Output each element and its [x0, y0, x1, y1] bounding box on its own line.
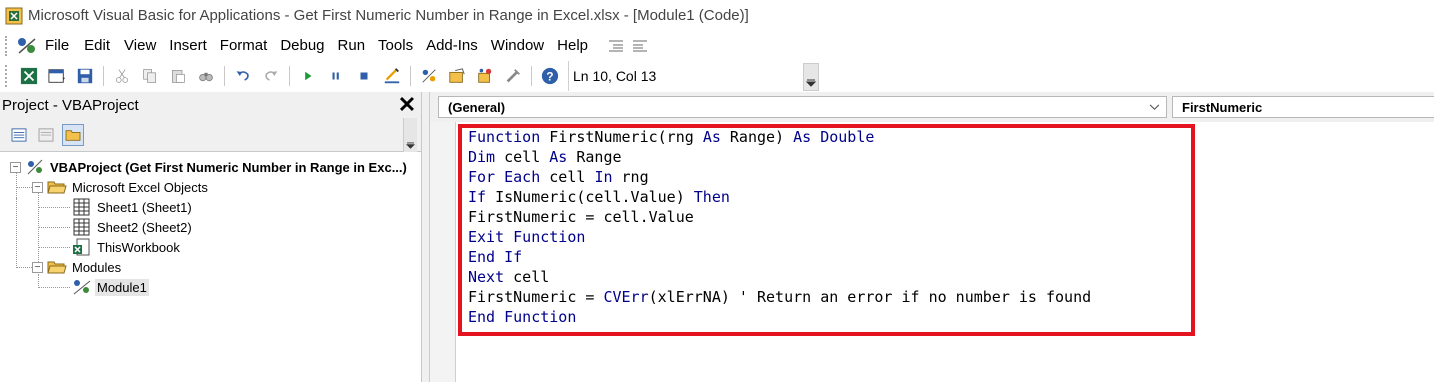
tree-item-module1[interactable]: Module1 — [72, 277, 149, 297]
procedure-combo-value: FirstNumeric — [1182, 99, 1263, 115]
menu-format[interactable]: Format — [220, 37, 275, 54]
tree-item-vbaproject[interactable]: − VBAProject (Get First Numeric Number i… — [10, 157, 409, 177]
chevron-down-icon — [406, 142, 415, 149]
chevron-down-icon — [1146, 99, 1162, 115]
title-bar: Microsoft Visual Basic for Applications … — [0, 0, 1434, 31]
save-icon[interactable] — [75, 66, 95, 86]
insert-userform-icon[interactable] — [47, 66, 67, 86]
tree-item-modules[interactable]: − Modules — [32, 257, 123, 277]
menu-file[interactable]: File — [45, 37, 76, 54]
cursor-position: Ln 10, Col 13 — [568, 61, 808, 91]
menu-edit[interactable]: Edit — [84, 37, 117, 54]
pane-splitter[interactable] — [422, 92, 430, 382]
undo-icon[interactable] — [233, 66, 253, 86]
view-object-icon[interactable] — [35, 124, 57, 146]
copy-icon[interactable] — [140, 66, 160, 86]
close-icon[interactable]: ✕ — [395, 92, 419, 117]
menu-tools[interactable]: Tools — [378, 37, 420, 54]
window-title: Microsoft Visual Basic for Applications … — [28, 7, 749, 24]
object-browser-icon[interactable] — [475, 66, 495, 86]
tree-connector — [16, 198, 17, 268]
paste-icon[interactable] — [168, 66, 188, 86]
tree-item-sheet2[interactable]: Sheet2 (Sheet2) — [72, 217, 194, 237]
tree-label: Modules — [72, 259, 122, 275]
toolbar-separator — [531, 66, 532, 86]
toolbar-separator — [410, 66, 411, 86]
code-margin-bar[interactable] — [430, 122, 456, 382]
vba-app-icon — [5, 7, 23, 24]
menu-add-ins[interactable]: Add-Ins — [426, 37, 485, 54]
code-combo-row: (General) FirstNumeric — [430, 92, 1434, 122]
tree-item-excel-objects[interactable]: − Microsoft Excel Objects — [32, 177, 210, 197]
indent-icon[interactable] — [607, 38, 625, 54]
collapse-toggle[interactable]: − — [10, 161, 21, 173]
tree-connector — [38, 227, 70, 228]
view-excel-icon[interactable] — [19, 66, 39, 86]
collapse-toggle[interactable]: − — [32, 181, 43, 193]
chevron-down-icon — [806, 79, 816, 87]
toolbar-grip[interactable] — [5, 65, 10, 87]
worksheet-icon — [73, 198, 90, 216]
toolbar-options-button[interactable] — [803, 63, 819, 91]
project-explorer-panel: Project - VBAProject ✕ − VBAProject (Get — [0, 92, 422, 382]
collapse-toggle[interactable]: − — [32, 261, 43, 273]
menu-window[interactable]: Window — [491, 37, 551, 54]
menu-run[interactable]: Run — [338, 37, 373, 54]
folder-open-icon — [47, 261, 67, 274]
tree-connector — [38, 188, 39, 268]
run-icon[interactable] — [298, 66, 318, 86]
break-icon[interactable] — [326, 66, 346, 86]
find-icon[interactable] — [196, 66, 216, 86]
panel-toolbar-options-button[interactable] — [403, 118, 417, 152]
help-icon[interactable]: ? — [540, 66, 560, 86]
tree-item-sheet1[interactable]: Sheet1 (Sheet1) — [72, 197, 194, 217]
tree-connector — [38, 247, 70, 248]
tree-label: ThisWorkbook — [97, 239, 180, 255]
toolbar-separator — [289, 66, 290, 86]
tree-connector — [38, 207, 70, 208]
properties-icon[interactable] — [447, 66, 467, 86]
tree-item-thisworkbook[interactable]: ThisWorkbook — [72, 237, 182, 257]
menu-insert[interactable]: Insert — [169, 37, 214, 54]
menu-debug[interactable]: Debug — [280, 37, 331, 54]
project-panel-toolbar — [0, 118, 421, 152]
cut-icon[interactable] — [112, 66, 132, 86]
tree-label: Microsoft Excel Objects — [72, 179, 208, 195]
project-explorer-icon[interactable] — [419, 66, 439, 86]
procedure-combo[interactable]: FirstNumeric — [1172, 96, 1434, 118]
folder-open-icon — [47, 181, 67, 194]
design-mode-icon[interactable] — [382, 66, 402, 86]
view-code-icon[interactable] — [8, 124, 30, 146]
tree-label: Module1 — [95, 278, 149, 296]
menu-help[interactable]: Help — [557, 37, 595, 54]
project-panel-header: Project - VBAProject ✕ — [0, 92, 421, 118]
tree-label: Sheet1 (Sheet1) — [97, 199, 192, 215]
reset-icon[interactable] — [354, 66, 374, 86]
vba-menu-icon[interactable] — [15, 35, 39, 57]
redo-icon[interactable] — [261, 66, 281, 86]
menu-bar: File Edit View Insert Format Debug Run T… — [0, 31, 1434, 60]
outdent-icon[interactable] — [631, 38, 649, 54]
toolbar-separator — [224, 66, 225, 86]
project-panel-title: Project - VBAProject — [2, 96, 139, 114]
toggle-folders-icon[interactable] — [62, 123, 84, 146]
tree-label: VBAProject (Get First Numeric Number in … — [50, 159, 407, 175]
menubar-grip[interactable] — [5, 35, 10, 56]
module-icon — [73, 280, 91, 295]
code-window: (General) FirstNumeric Function FirstNum… — [430, 92, 1434, 382]
tree-connector — [38, 287, 70, 288]
vba-project-icon — [27, 159, 43, 175]
standard-toolbar: ? Ln 10, Col 13 — [0, 60, 1434, 92]
highlight-box — [458, 124, 1195, 336]
worksheet-icon — [73, 218, 90, 236]
svg-text:?: ? — [546, 71, 553, 84]
object-combo[interactable]: (General) — [438, 96, 1167, 118]
workbook-icon — [73, 238, 90, 256]
toolbar-separator — [103, 66, 104, 86]
toolbox-icon[interactable] — [503, 66, 523, 86]
menu-view[interactable]: View — [124, 37, 163, 54]
tree-label: Sheet2 (Sheet2) — [97, 219, 192, 235]
object-combo-value: (General) — [448, 99, 506, 115]
